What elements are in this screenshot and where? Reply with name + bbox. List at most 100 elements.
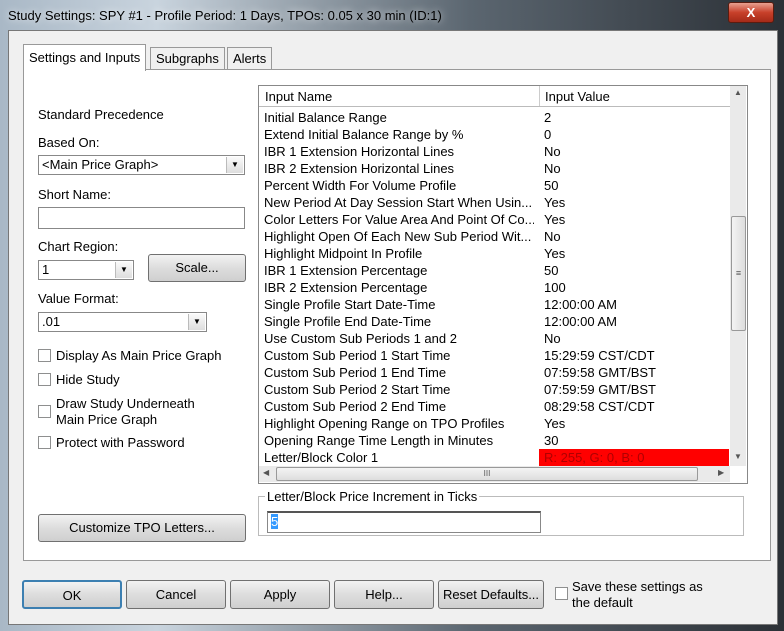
increment-label: Letter/Block Price Increment in Ticks	[267, 489, 478, 504]
tab-settings-and-inputs[interactable]: Settings and Inputs	[23, 44, 147, 71]
table-row[interactable]: Custom Sub Period 2 End Time 08:29:58 CST…	[259, 398, 730, 415]
table-row[interactable]: Letter/Block Color 1 R: 255, G: 0, B: 0	[259, 449, 730, 466]
chart-region-label: Chart Region:	[38, 239, 119, 254]
input-value[interactable]: 30	[539, 432, 729, 449]
input-value[interactable]: 12:00:00 AM	[539, 313, 729, 330]
input-name: Color Letters For Value Area And Point O…	[264, 212, 534, 227]
chart-region-value: 1	[42, 262, 50, 277]
input-value[interactable]: No	[539, 330, 729, 347]
input-name: Opening Range Time Length in Minutes	[264, 433, 494, 448]
draw-underneath-checkbox[interactable]	[38, 405, 51, 418]
vertical-scrollbar[interactable]: ▲ ≡ ▼	[730, 86, 746, 466]
tab-subgraphs[interactable]: Subgraphs	[150, 47, 225, 70]
table-row[interactable]: Custom Sub Period 1 Start Time 15:29:59 C…	[259, 347, 730, 364]
save-default-checkbox[interactable]	[555, 587, 568, 600]
input-name: Use Custom Sub Periods 1 and 2	[264, 331, 457, 346]
input-value[interactable]: 50	[539, 262, 729, 279]
scroll-left-icon[interactable]: ◀	[263, 468, 269, 477]
input-value[interactable]: 100	[539, 279, 729, 296]
input-value[interactable]: 07:59:58 GMT/BST	[539, 364, 729, 381]
save-default-label: Save these settings as the default	[572, 579, 703, 610]
scroll-right-icon[interactable]: ▶	[718, 468, 724, 477]
draw-underneath-label: Draw Study Underneath Main Price Graph	[56, 396, 195, 427]
table-row[interactable]: Single Profile Start Date-Time 12:00:00 A…	[259, 296, 730, 313]
input-value[interactable]: No	[539, 228, 729, 245]
customize-tpo-letters-button[interactable]: Customize TPO Letters...	[38, 514, 246, 542]
precedence-label: Standard Precedence	[38, 107, 164, 122]
input-name: Highlight Opening Range on TPO Profiles	[264, 416, 505, 431]
input-value[interactable]: Yes	[539, 245, 729, 262]
table-row[interactable]: Highlight Midpoint In Profile Yes	[259, 245, 730, 262]
input-value[interactable]: Yes	[539, 415, 729, 432]
input-value[interactable]: No	[539, 160, 729, 177]
scroll-up-icon[interactable]: ▲	[734, 88, 742, 97]
column-input-value[interactable]: Input Value	[545, 89, 610, 104]
table-row[interactable]: Use Custom Sub Periods 1 and 2 No	[259, 330, 730, 347]
short-name-input[interactable]	[38, 207, 245, 229]
input-value[interactable]: 07:59:59 GMT/BST	[539, 381, 729, 398]
input-value[interactable]: 12:00:00 AM	[539, 296, 729, 313]
value-format-label: Value Format:	[38, 291, 119, 306]
input-value[interactable]: 2	[539, 109, 729, 126]
table-row[interactable]: IBR 2 Extension Percentage 100	[259, 279, 730, 296]
input-name: Extend Initial Balance Range by %	[264, 127, 464, 142]
display-as-main-checkbox[interactable]	[38, 349, 51, 362]
chevron-down-icon[interactable]: ▼	[226, 157, 243, 173]
input-name: Highlight Midpoint In Profile	[264, 246, 423, 261]
ok-button[interactable]: OK	[22, 580, 122, 609]
increment-input[interactable]: 5	[267, 511, 541, 533]
help-button[interactable]: Help...	[334, 580, 434, 609]
apply-button[interactable]: Apply	[230, 580, 330, 609]
reset-defaults-button[interactable]: Reset Defaults...	[438, 580, 544, 609]
input-value[interactable]: 15:29:59 CST/CDT	[539, 347, 729, 364]
table-row[interactable]: Single Profile End Date-Time 12:00:00 AM	[259, 313, 730, 330]
chart-region-select[interactable]: 1 ▼	[38, 260, 134, 280]
input-name: Single Profile Start Date-Time	[264, 297, 436, 312]
input-value[interactable]: 0	[539, 126, 729, 143]
table-row[interactable]: IBR 2 Extension Horizontal Lines No	[259, 160, 730, 177]
input-value[interactable]: 50	[539, 177, 729, 194]
cancel-button[interactable]: Cancel	[126, 580, 226, 609]
chevron-down-icon[interactable]: ▼	[115, 262, 132, 278]
input-name: Highlight Open Of Each New Sub Period Wi…	[264, 229, 532, 244]
table-row[interactable]: Color Letters For Value Area And Point O…	[259, 211, 730, 228]
value-format-select[interactable]: .01 ▼	[38, 312, 207, 332]
protect-password-checkbox[interactable]	[38, 436, 51, 449]
scroll-thumb[interactable]: III	[276, 467, 698, 481]
input-value[interactable]: 08:29:58 CST/CDT	[539, 398, 729, 415]
horizontal-scrollbar[interactable]: ◀ III ▶	[259, 466, 730, 482]
tab-alerts[interactable]: Alerts	[227, 47, 273, 70]
table-row[interactable]: Custom Sub Period 1 End Time 07:59:58 GMT…	[259, 364, 730, 381]
chevron-down-icon[interactable]: ▼	[188, 314, 205, 330]
table-row[interactable]: Opening Range Time Length in Minutes 30	[259, 432, 730, 449]
input-name: IBR 1 Extension Horizontal Lines	[264, 144, 455, 159]
input-name: Initial Balance Range	[264, 110, 387, 125]
table-row[interactable]: IBR 1 Extension Horizontal Lines No	[259, 143, 730, 160]
table-row[interactable]: Initial Balance Range 2	[259, 109, 730, 126]
input-name: New Period At Day Session Start When Usi…	[264, 195, 533, 210]
table-row[interactable]: Custom Sub Period 2 Start Time 07:59:59 G…	[259, 381, 730, 398]
close-button[interactable]: X	[728, 2, 774, 23]
input-name: Custom Sub Period 2 End Time	[264, 399, 447, 414]
scale-button[interactable]: Scale...	[148, 254, 246, 282]
column-input-name[interactable]: Input Name	[265, 89, 332, 104]
input-value[interactable]: No	[539, 143, 729, 160]
table-row[interactable]: Extend Initial Balance Range by % 0	[259, 126, 730, 143]
table-row[interactable]: New Period At Day Session Start When Usi…	[259, 194, 730, 211]
input-value[interactable]: Yes	[539, 194, 729, 211]
input-name: IBR 2 Extension Horizontal Lines	[264, 161, 455, 176]
table-row[interactable]: IBR 1 Extension Percentage 50	[259, 262, 730, 279]
input-name: Letter/Block Color 1	[264, 450, 379, 465]
scroll-down-icon[interactable]: ▼	[734, 452, 742, 461]
input-value[interactable]: Yes	[539, 211, 729, 228]
input-value[interactable]: R: 255, G: 0, B: 0	[539, 449, 729, 466]
based-on-select[interactable]: <Main Price Graph> ▼	[38, 155, 245, 175]
input-name: IBR 1 Extension Percentage	[264, 263, 428, 278]
table-row[interactable]: Highlight Opening Range on TPO Profiles Y…	[259, 415, 730, 432]
short-name-label: Short Name:	[38, 187, 111, 202]
table-row[interactable]: Highlight Open Of Each New Sub Period Wi…	[259, 228, 730, 245]
table-row[interactable]: Percent Width For Volume Profile 50	[259, 177, 730, 194]
hide-study-checkbox[interactable]	[38, 373, 51, 386]
input-name: Custom Sub Period 2 Start Time	[264, 382, 451, 397]
scroll-thumb[interactable]: ≡	[731, 216, 746, 331]
